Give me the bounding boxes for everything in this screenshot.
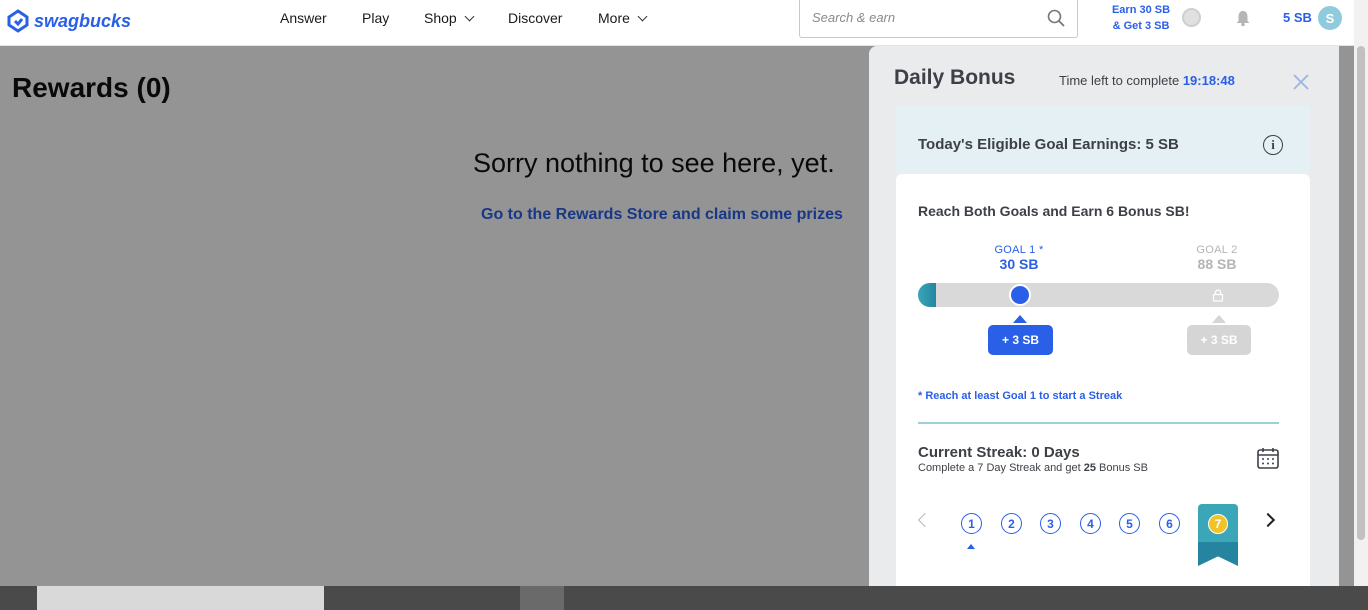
eligible-earnings-text: Today's Eligible Goal Earnings: 5 SB <box>918 136 1179 153</box>
search-icon[interactable] <box>1047 9 1065 27</box>
goal1-marker <box>1009 284 1031 306</box>
ribbon-tail <box>1198 542 1238 566</box>
search-box <box>799 0 1078 38</box>
streak-day: 2 <box>1001 513 1022 534</box>
search-input[interactable] <box>812 10 1032 25</box>
top-header: swagbucks Answer Play Shop Discover More… <box>0 0 1354 46</box>
daily-bonus-panel: Daily Bonus Time left to complete 19:18:… <box>869 46 1339 586</box>
info-icon[interactable]: i <box>1263 135 1283 155</box>
streak-sub-suffix: Bonus SB <box>1095 462 1148 474</box>
chevron-down-icon <box>637 11 648 21</box>
chevron-left-icon[interactable] <box>917 512 933 528</box>
divider <box>918 422 1279 424</box>
streak-subtitle: Complete a 7 Day Streak and get 25 Bonus… <box>918 462 1148 474</box>
streak-sub-prefix: Complete a 7 Day Streak and get <box>918 462 1084 474</box>
nav-more[interactable]: More <box>598 0 648 36</box>
time-left-label: Time left to complete <box>1059 73 1180 88</box>
nav-discover[interactable]: Discover <box>508 0 562 36</box>
swagbucks-logo[interactable]: swagbucks <box>6 7 131 35</box>
goal1-label: GOAL 1 * <box>994 244 1044 256</box>
daily-bonus-title: Daily Bonus <box>894 66 1016 89</box>
logo-text: swagbucks <box>34 10 132 31</box>
earn-promo-line1: Earn 30 SB <box>1111 4 1171 16</box>
bell-icon[interactable] <box>1234 9 1252 27</box>
close-icon[interactable] <box>1292 73 1310 91</box>
streak-day: 5 <box>1119 513 1140 534</box>
streak-day-7: 7 <box>1208 514 1228 534</box>
goal1-pointer <box>1013 315 1027 323</box>
goal-progress-bar <box>918 283 1279 307</box>
streak-day: 6 <box>1159 513 1180 534</box>
nav-shop[interactable]: Shop <box>424 0 475 36</box>
chevron-right-icon[interactable] <box>1260 512 1276 528</box>
nav-answer[interactable]: Answer <box>280 0 327 36</box>
streak-day: 1 <box>961 513 982 534</box>
time-left-value: 19:18:48 <box>1182 73 1235 88</box>
scrollbar-thumb[interactable] <box>1357 46 1365 540</box>
streak-note: * Reach at least Goal 1 to start a Strea… <box>918 390 1123 402</box>
progress-fill <box>918 283 936 307</box>
streak-day-7-ribbon: 7 <box>1198 504 1238 568</box>
nav-play[interactable]: Play <box>362 0 389 36</box>
swagbucks-logo-icon <box>7 9 29 33</box>
time-left: Time left to complete 19:18:48 <box>1059 73 1235 88</box>
goal1-value: 30 SB <box>999 256 1039 272</box>
goal2-pointer <box>1212 315 1226 323</box>
streak-day: 4 <box>1080 513 1101 534</box>
lock-icon <box>1212 289 1224 302</box>
chevron-down-icon <box>464 11 475 21</box>
goal2-value: 88 SB <box>1197 256 1237 272</box>
nav-play-label: Play <box>362 10 390 26</box>
current-streak: Current Streak: 0 Days <box>918 444 1080 461</box>
streak-day: 3 <box>1040 513 1061 534</box>
calendar-icon[interactable] <box>1256 446 1280 470</box>
goal2: GOAL 2 88 SB <box>1193 244 1241 272</box>
nav-shop-label: Shop <box>424 10 457 26</box>
reach-goals-heading: Reach Both Goals and Earn 6 Bonus SB! <box>918 203 1190 219</box>
streak-sub-bonus: 25 <box>1083 462 1096 474</box>
daily-goal-icon[interactable] <box>1182 8 1201 27</box>
nav-answer-label: Answer <box>280 10 327 26</box>
goal2-reward-badge: + 3 SB <box>1187 325 1251 355</box>
current-day-marker <box>967 544 975 549</box>
earn-promo-link[interactable]: Earn 30 SB & Get 3 SB <box>1104 2 1178 34</box>
earn-promo-line2: & Get 3 SB <box>1112 20 1170 32</box>
sb-balance[interactable]: 5 SB <box>1283 10 1312 25</box>
goal2-label: GOAL 2 <box>1196 244 1238 256</box>
goal1: GOAL 1 * 30 SB <box>993 244 1045 272</box>
nav-more-label: More <box>598 10 630 26</box>
page-scrollbar[interactable] <box>1354 0 1368 586</box>
bottom-bar <box>0 586 1368 610</box>
goal1-reward-badge: + 3 SB <box>988 325 1053 355</box>
nav-discover-label: Discover <box>508 10 563 26</box>
bottom-bar-segment <box>520 586 564 610</box>
goals-card: Reach Both Goals and Earn 6 Bonus SB! GO… <box>896 174 1310 586</box>
avatar[interactable]: S <box>1318 6 1342 30</box>
eligible-earnings-banner: Today's Eligible Goal Earnings: 5 SB i <box>896 106 1310 174</box>
bottom-bar-segment <box>37 586 324 610</box>
